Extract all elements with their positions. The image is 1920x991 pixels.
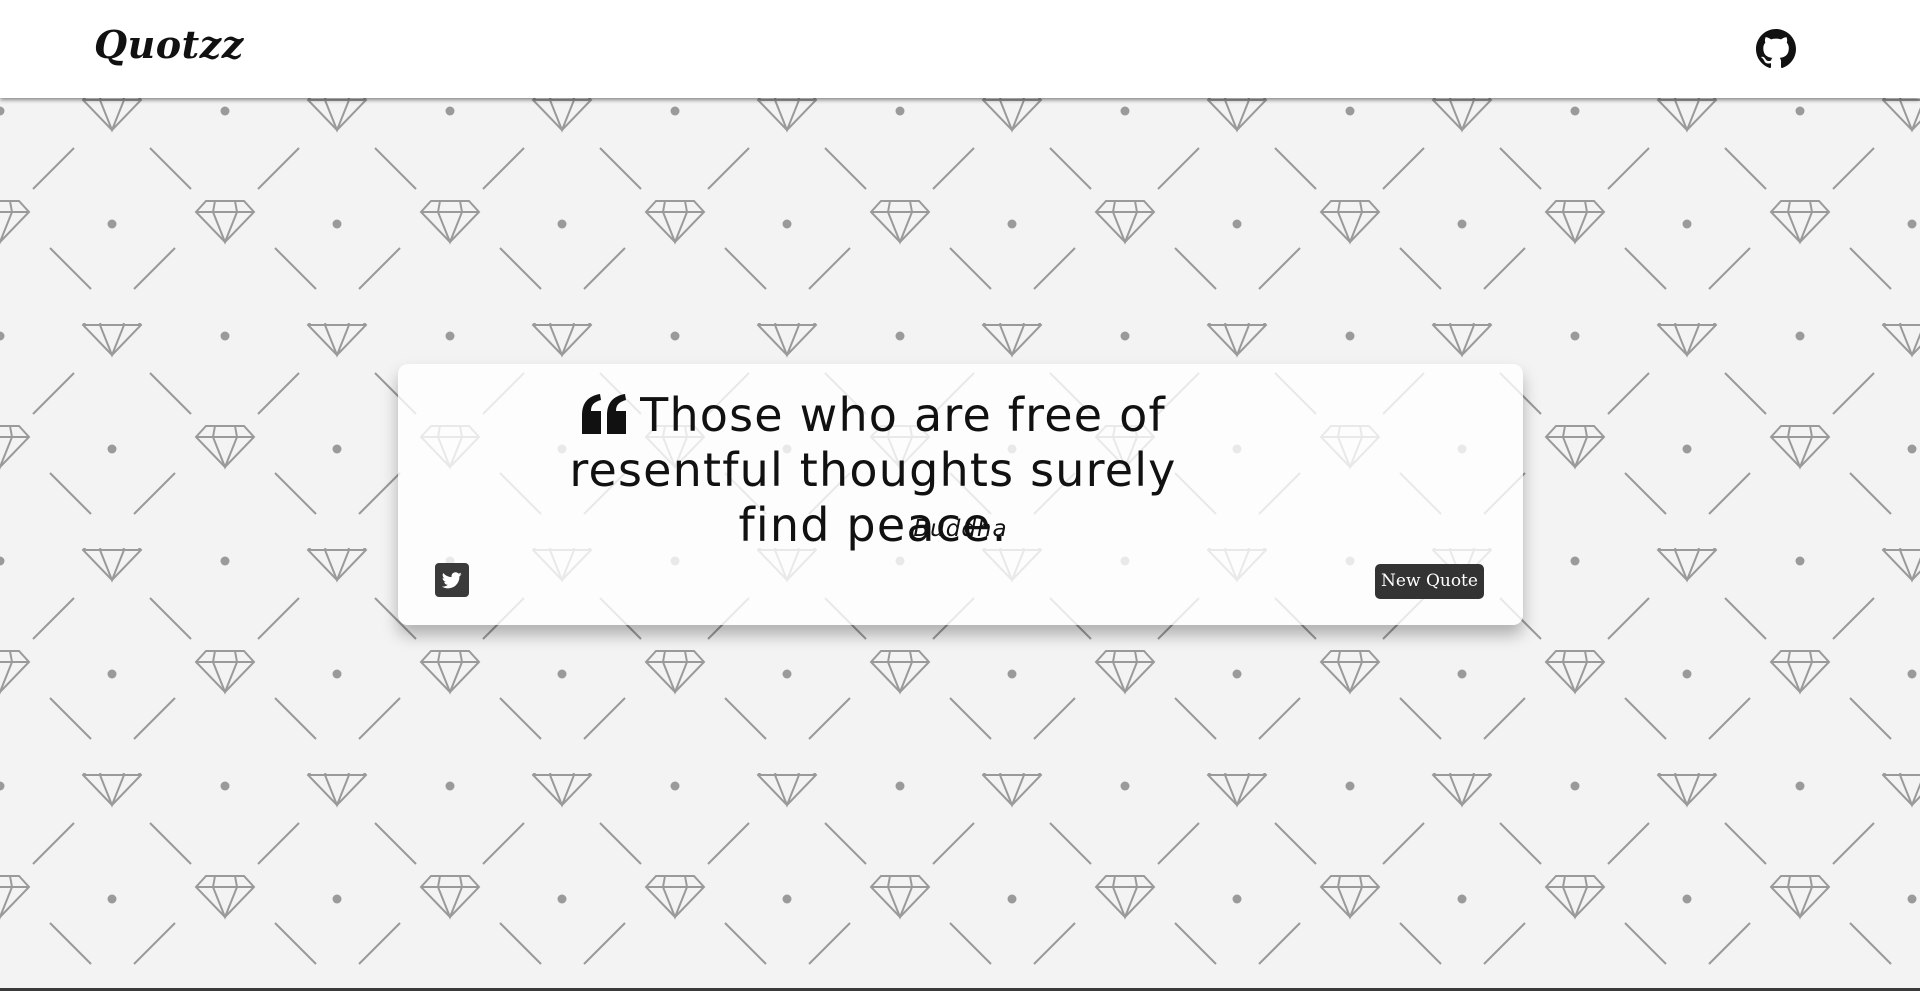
quote-card: Those who are free of resentful thoughts… bbox=[398, 364, 1523, 625]
brand-logo[interactable]: Quotzz bbox=[94, 22, 244, 67]
github-link[interactable] bbox=[1756, 29, 1796, 69]
github-icon bbox=[1756, 29, 1796, 69]
twitter-icon bbox=[442, 571, 462, 588]
navbar: Quotzz bbox=[0, 0, 1920, 98]
tweet-button[interactable] bbox=[435, 563, 469, 597]
quote-left-icon bbox=[580, 393, 628, 435]
new-quote-button[interactable]: New Quote bbox=[1375, 564, 1484, 599]
quote-author: Buddha bbox=[913, 516, 1008, 542]
